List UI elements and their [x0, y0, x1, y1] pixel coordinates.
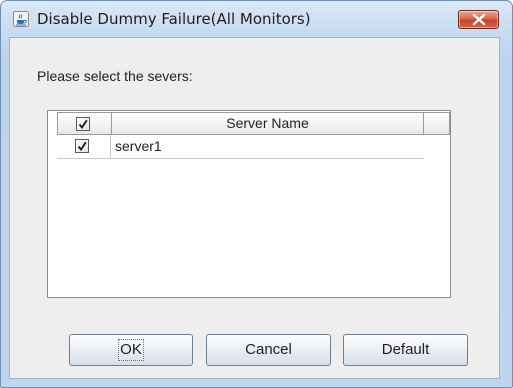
row-server-name: server1	[115, 138, 162, 154]
row-checkbox[interactable]	[75, 139, 89, 153]
window-title: Disable Dummy Failure(All Monitors)	[37, 10, 311, 28]
prompt-label: Please select the severs:	[37, 68, 193, 84]
dialog-window: Disable Dummy Failure(All Monitors) Plea…	[0, 0, 513, 388]
default-button[interactable]: Default	[343, 334, 468, 366]
row-check-cell[interactable]	[57, 135, 111, 158]
ok-button[interactable]: OK	[69, 334, 193, 366]
ok-button-label: OK	[118, 339, 144, 361]
title-bar[interactable]: Disable Dummy Failure(All Monitors)	[1, 1, 512, 37]
java-cup-icon	[13, 11, 29, 27]
table-header: Server Name	[57, 112, 424, 135]
dialog-content: Please select the severs: Server Name se…	[9, 37, 500, 379]
header-select-all-cell[interactable]	[58, 113, 112, 134]
cancel-button[interactable]: Cancel	[206, 334, 331, 366]
server-table: Server Name server1	[47, 110, 451, 298]
table-row[interactable]: server1	[57, 135, 424, 159]
column-header-server-name[interactable]: Server Name	[112, 113, 423, 134]
close-button[interactable]	[458, 10, 499, 29]
select-all-checkbox[interactable]	[76, 117, 90, 131]
header-filler	[424, 112, 450, 135]
